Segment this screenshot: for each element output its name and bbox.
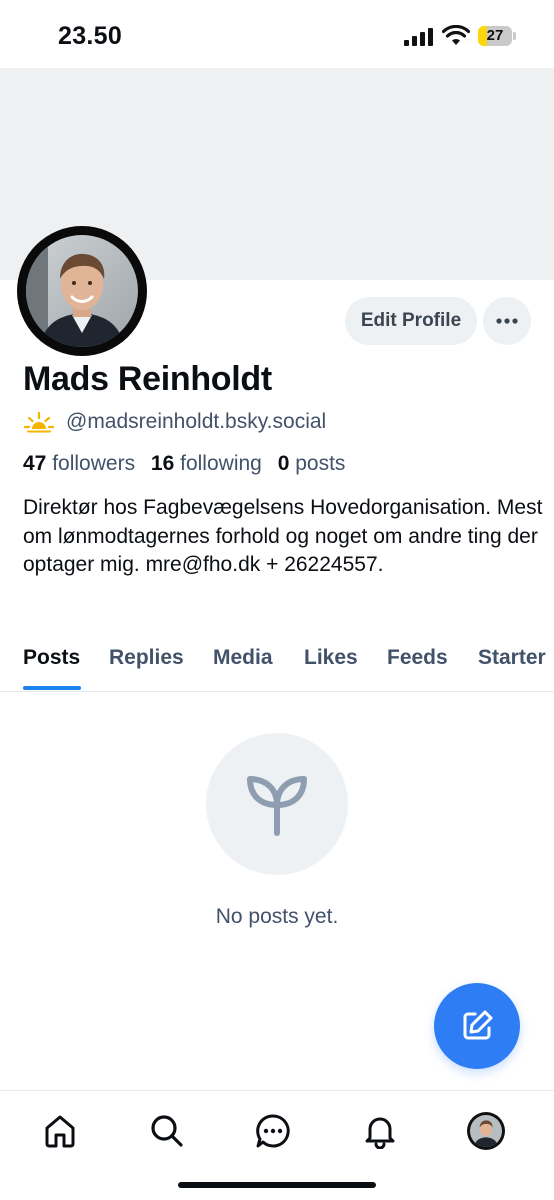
more-options-button[interactable] [483,297,531,345]
tab-posts[interactable]: Posts [23,646,80,670]
profile-handle[interactable]: @madsreinholdt.bsky.social [66,410,326,434]
nav-profile[interactable] [466,1111,506,1151]
following-count: 16 [150,452,175,475]
nav-home[interactable] [40,1111,80,1151]
sprout-icon [247,776,307,836]
tab-feeds[interactable]: Feeds [387,646,448,670]
home-indicator [178,1182,376,1188]
profile-avatar[interactable] [17,226,147,356]
profile-tabs: Posts Replies Media Likes Feeds Starter [0,640,554,692]
search-icon [151,1115,183,1147]
battery-level: 27 [486,27,504,44]
wifi-icon [442,25,470,45]
active-tab-indicator [23,686,81,690]
nav-search[interactable] [147,1111,187,1151]
empty-state-message: No posts yet. [215,905,339,928]
edit-profile-button[interactable]: Edit Profile [345,297,477,345]
avatar-photo-small [470,1115,502,1147]
display-name: Mads Reinholdt [23,360,272,398]
tab-media[interactable]: Media [213,646,273,670]
posts-label: posts [295,452,346,475]
chat-icon [256,1114,290,1148]
following-label: following [180,452,262,475]
sun-icon [24,411,54,433]
profile-bio: Direktør hos Fagbevægelsens Hovedorganis… [23,496,543,576]
followers-count: 47 [23,452,47,475]
ellipsis-icon [496,318,518,324]
posts-count: 0 [277,452,290,475]
status-time: 23.50 [58,22,123,50]
tab-starter[interactable]: Starter [478,646,546,670]
nav-chat[interactable] [253,1111,293,1151]
profile-stats: 47 followers 16 following 0 posts [23,452,345,476]
compose-button[interactable] [434,983,520,1069]
compose-icon [463,1010,493,1040]
profile-avatar-small [467,1112,505,1150]
nav-notifications[interactable] [360,1111,400,1151]
empty-state-illustration [206,733,348,875]
followers-link[interactable]: 47 followers [23,452,135,475]
posts-stat: 0 posts [278,452,346,475]
tab-likes[interactable]: Likes [304,646,358,670]
signal-icon [404,28,433,46]
battery-indicator: 27 [478,26,516,46]
bell-icon [365,1117,395,1149]
home-icon [45,1115,75,1148]
avatar-photo [26,235,138,347]
followers-label: followers [52,452,136,475]
following-link[interactable]: 16 following [151,452,262,475]
status-bar: 23.50 27 [0,0,554,68]
tab-replies[interactable]: Replies [109,646,184,670]
